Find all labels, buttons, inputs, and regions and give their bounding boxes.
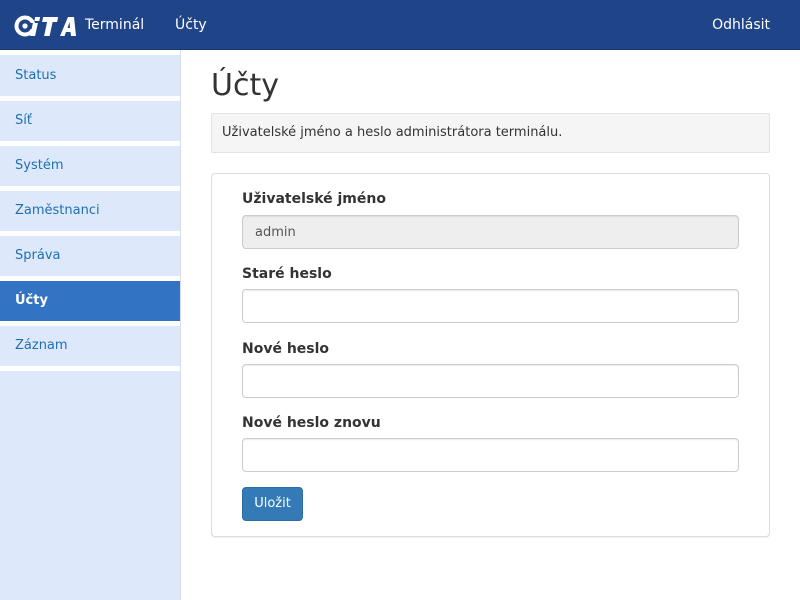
sidebar-item-administration[interactable]: Správa — [0, 236, 180, 276]
sidebar-item-network[interactable]: Síť — [0, 101, 180, 141]
username-label: Uživatelské jméno — [242, 191, 386, 207]
top-navbar: Terminál Účty Odhlásit — [0, 0, 800, 50]
new-password-again-field[interactable] — [242, 438, 739, 472]
old-password-field[interactable] — [242, 289, 739, 323]
brand[interactable] — [14, 13, 80, 39]
sidebar-item-system[interactable]: Systém — [0, 146, 180, 186]
logout-link[interactable]: Odhlásit — [712, 0, 770, 50]
nav-accounts[interactable]: Účty — [175, 0, 207, 50]
info-text: Uživatelské jméno a heslo administrátora… — [211, 113, 770, 153]
new-password-label: Nové heslo — [242, 341, 330, 357]
new-password-field[interactable] — [242, 364, 739, 398]
sidebar-item-status[interactable]: Status — [0, 56, 180, 96]
page-title: Účty — [211, 68, 279, 103]
sidebar: Status Síť Systém Zaměstnanci Správa Účt… — [0, 50, 181, 600]
save-button[interactable]: Uložit — [242, 487, 303, 521]
sidebar-divider — [0, 50, 180, 55]
nav-terminal[interactable]: Terminál — [85, 0, 144, 50]
cita-logo-icon[interactable] — [14, 13, 80, 39]
sidebar-item-accounts[interactable]: Účty — [0, 281, 180, 321]
old-password-label: Staré heslo — [242, 266, 332, 282]
username-field[interactable] — [242, 215, 739, 249]
sidebar-divider — [0, 366, 180, 371]
sidebar-item-employees[interactable]: Zaměstnanci — [0, 191, 180, 231]
new-password-again-label: Nové heslo znovu — [242, 415, 381, 431]
sidebar-item-log[interactable]: Záznam — [0, 326, 180, 366]
